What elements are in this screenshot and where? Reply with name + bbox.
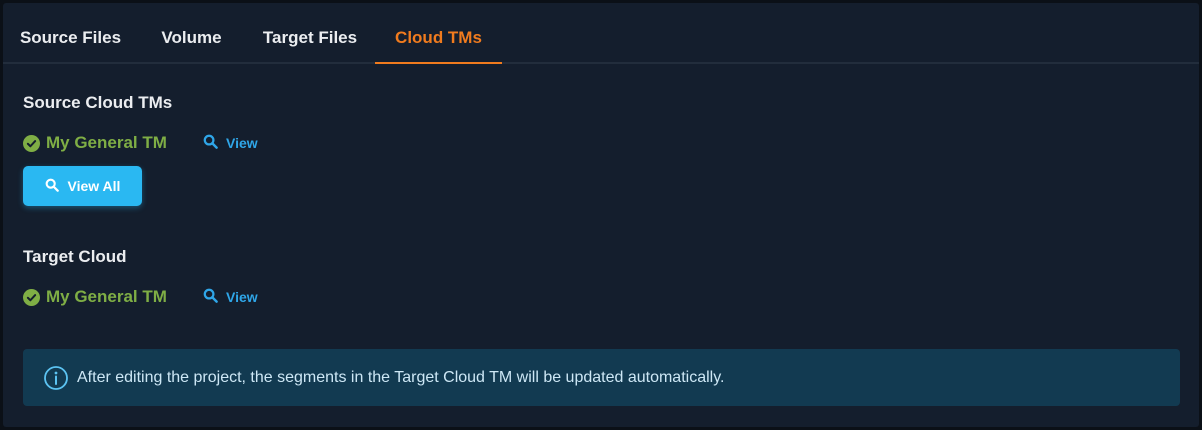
source-tm-label: My General TM <box>46 133 167 152</box>
tab-volume[interactable]: Volume <box>138 3 245 62</box>
tab-cloud-tms[interactable]: Cloud TMs <box>375 3 502 64</box>
info-text: After editing the project, the segments … <box>77 368 725 386</box>
check-circle-icon <box>23 134 40 152</box>
source-tm-name: My General TM <box>23 132 167 154</box>
target-tm-view-link[interactable]: View <box>203 286 258 308</box>
search-icon <box>203 134 218 152</box>
search-icon <box>203 288 218 306</box>
tab-bar: Source Files Volume Target Files Cloud T… <box>3 3 1199 64</box>
tab-source-files[interactable]: Source Files <box>3 3 138 62</box>
tab-target-files[interactable]: Target Files <box>245 3 375 62</box>
target-tm-label: My General TM <box>46 287 167 306</box>
view-all-label: View All <box>67 178 121 194</box>
target-tm-name: My General TM <box>23 286 167 308</box>
target-cloud-heading: Target Cloud <box>23 247 127 266</box>
cloud-tms-panel: Source Files Volume Target Files Cloud T… <box>3 3 1199 427</box>
source-cloud-tms-heading: Source Cloud TMs <box>23 93 173 112</box>
view-label: View <box>226 135 258 151</box>
source-tm-view-link[interactable]: View <box>203 132 258 154</box>
view-label: View <box>226 289 258 305</box>
view-all-button[interactable]: View All <box>23 166 142 206</box>
info-message: After editing the project, the segments … <box>23 349 1180 406</box>
check-circle-icon <box>23 288 40 306</box>
info-icon <box>43 365 69 391</box>
search-icon <box>45 178 59 195</box>
